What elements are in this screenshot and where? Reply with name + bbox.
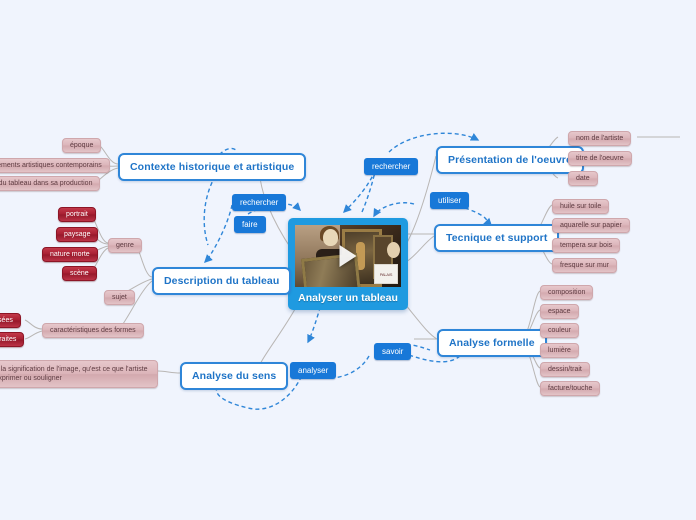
link-formes-abstraites — [24, 330, 43, 340]
leaf-date[interactable]: date — [568, 171, 598, 186]
tag-savoir[interactable]: savoir — [374, 343, 412, 360]
leaf-caracteristiques-formes[interactable]: caractéristiques des formes — [42, 323, 144, 338]
leaf-place-tableau-production[interactable]: place du tableau dans sa production — [0, 176, 101, 191]
leaf-dessin-trait[interactable]: dessin/trait — [540, 362, 590, 377]
link-sens-note — [157, 370, 181, 374]
leaf-facture-touche[interactable]: facture/touche — [540, 381, 601, 396]
branch-description-tableau[interactable]: Description du tableau — [152, 267, 292, 295]
branch-technique-support[interactable]: Tecnique et support — [434, 224, 560, 252]
play-icon[interactable] — [339, 245, 357, 267]
leaf-aquarelle-sur-papier[interactable]: aquarelle sur papier — [552, 218, 630, 233]
arrow-utiliser-technique — [464, 207, 492, 226]
link-formes-stylisees — [24, 319, 43, 330]
leaf-epoque[interactable]: époque — [62, 138, 102, 153]
branch-presentation-oeuvre[interactable]: Présentation de l'oeuvre — [436, 146, 584, 174]
leaf-abstraites[interactable]: abstraites — [0, 332, 25, 347]
arrow-center-utiliser — [373, 202, 415, 218]
leaf-nature-morte[interactable]: nature morte — [42, 247, 98, 262]
video-thumbnail[interactable]: PALAIS — [295, 225, 401, 287]
leaf-paysage[interactable]: paysage — [56, 227, 99, 242]
center-node-label: Analyser un tableau — [298, 292, 398, 304]
tag-faire[interactable]: faire — [234, 216, 266, 233]
tag-analyser[interactable]: analyser — [290, 362, 337, 379]
leaf-huile-sur-toile[interactable]: huile sur toile — [552, 199, 610, 214]
leaf-lumiere[interactable]: lumière — [540, 343, 579, 358]
leaf-couleur[interactable]: couleur — [540, 323, 579, 338]
leaf-espace[interactable]: espace — [540, 304, 579, 319]
leaf-titre-oeuvre[interactable]: titre de l'oeuvre — [568, 151, 632, 166]
leaf-fresque-sur-mur[interactable]: fresque sur mur — [552, 258, 618, 273]
note-analyse-du-sens[interactable]: Chercher la signification de l'image, qu… — [0, 360, 158, 388]
watermark-logo: PALAIS — [374, 264, 398, 284]
branch-analyse-du-sens[interactable]: Analyse du sens — [180, 362, 289, 390]
mindmap-canvas: PALAIS Analyser un tableau Contexte hist… — [0, 0, 696, 520]
leaf-stylisees[interactable]: stylisées — [0, 313, 21, 328]
link-description-formes — [117, 280, 153, 330]
leaf-composition[interactable]: composition — [540, 285, 594, 300]
link-center-technique — [405, 235, 435, 263]
leaf-nom-artiste[interactable]: nom de l'artiste — [568, 131, 632, 146]
leaf-tempera-sur-bois[interactable]: tempera sur bois — [552, 238, 621, 253]
leaf-scene[interactable]: scène — [62, 266, 97, 281]
leaf-genre[interactable]: genre — [108, 238, 142, 253]
arrow-center-rechercher-top — [361, 171, 376, 213]
leaf-mouvements-artistiques[interactable]: mouvements artistiques contemporains — [0, 158, 110, 173]
arrow-rechercher-description — [204, 204, 233, 263]
tag-rechercher-left[interactable]: rechercher — [232, 194, 287, 211]
center-node[interactable]: PALAIS Analyser un tableau — [288, 218, 408, 310]
leaf-portrait[interactable]: portrait — [58, 207, 96, 222]
tag-rechercher-top[interactable]: rechercher — [364, 158, 419, 175]
branch-contexte-historique[interactable]: Contexte historique et artistique — [118, 153, 307, 181]
tag-utiliser[interactable]: utiliser — [430, 192, 470, 209]
leaf-sujet[interactable]: sujet — [104, 290, 135, 305]
branch-analyse-formelle[interactable]: Analyse formelle — [437, 329, 547, 357]
arrow-contexte-down — [203, 169, 220, 246]
